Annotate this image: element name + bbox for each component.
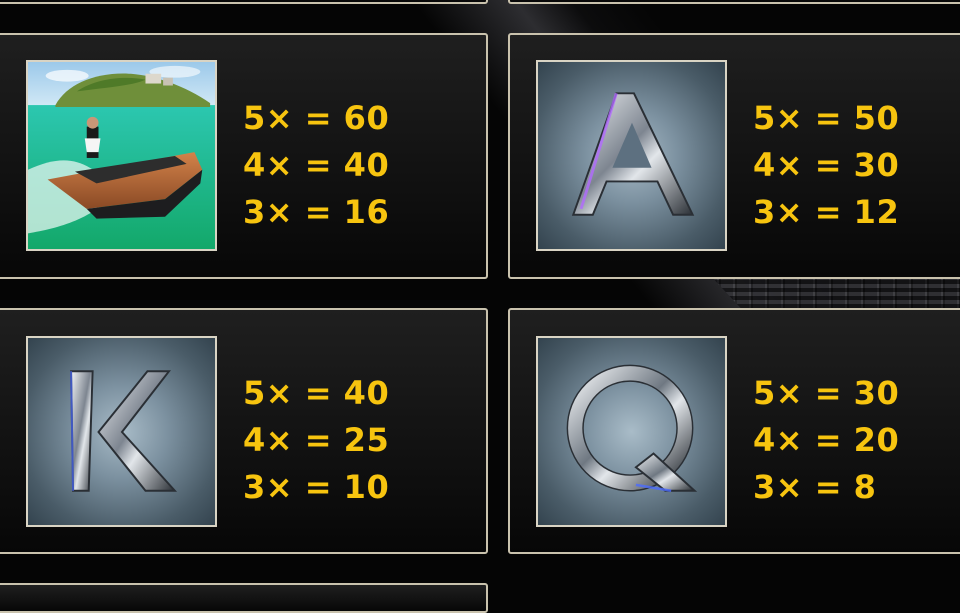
payout-3x: 3× = 16 — [243, 193, 390, 231]
letter-q-glyph — [566, 364, 698, 492]
background-carbon-weave — [712, 278, 960, 308]
paytable-panel-letter-a: 5× = 50 4× = 30 3× = 12 — [508, 33, 960, 279]
speedboat-illustration — [28, 62, 215, 249]
payout-5x: 5× = 50 — [753, 99, 900, 137]
letter-a-glyph — [571, 92, 695, 216]
payout-4x: 4× = 40 — [243, 146, 390, 184]
letter-k-icon — [26, 336, 217, 527]
letter-a-icon — [536, 60, 727, 251]
paytable-panel-letter-k: 5× = 40 4× = 25 3× = 10 — [0, 308, 488, 554]
paytable-panel-partial-top-right — [508, 0, 960, 4]
payout-list: 5× = 60 4× = 40 3× = 16 — [243, 95, 389, 236]
payout-4x: 4× = 20 — [753, 421, 900, 459]
paytable-panel-partial-bottom-left — [0, 583, 488, 613]
speedboat-island-icon — [26, 60, 217, 251]
paytable-panel-speedboat: 5× = 60 4× = 40 3× = 16 — [0, 33, 488, 279]
payout-4x: 4× = 30 — [753, 146, 900, 184]
payout-list: 5× = 50 4× = 30 3× = 12 — [753, 95, 899, 236]
payout-list: 5× = 30 4× = 20 3× = 8 — [753, 370, 899, 511]
payout-4x: 4× = 25 — [243, 421, 390, 459]
paytable-panel-letter-q: 5× = 30 4× = 20 3× = 8 — [508, 308, 960, 554]
paytable-panel-partial-top-left — [0, 0, 488, 4]
payout-5x: 5× = 60 — [243, 99, 390, 137]
letter-q-icon — [536, 336, 727, 527]
payout-3x: 3× = 12 — [753, 193, 900, 231]
payout-5x: 5× = 30 — [753, 374, 900, 412]
payout-3x: 3× = 10 — [243, 468, 390, 506]
letter-k-glyph — [70, 370, 178, 492]
payout-3x: 3× = 8 — [753, 468, 877, 506]
payout-5x: 5× = 40 — [243, 374, 390, 412]
payout-list: 5× = 40 4× = 25 3× = 10 — [243, 370, 389, 511]
